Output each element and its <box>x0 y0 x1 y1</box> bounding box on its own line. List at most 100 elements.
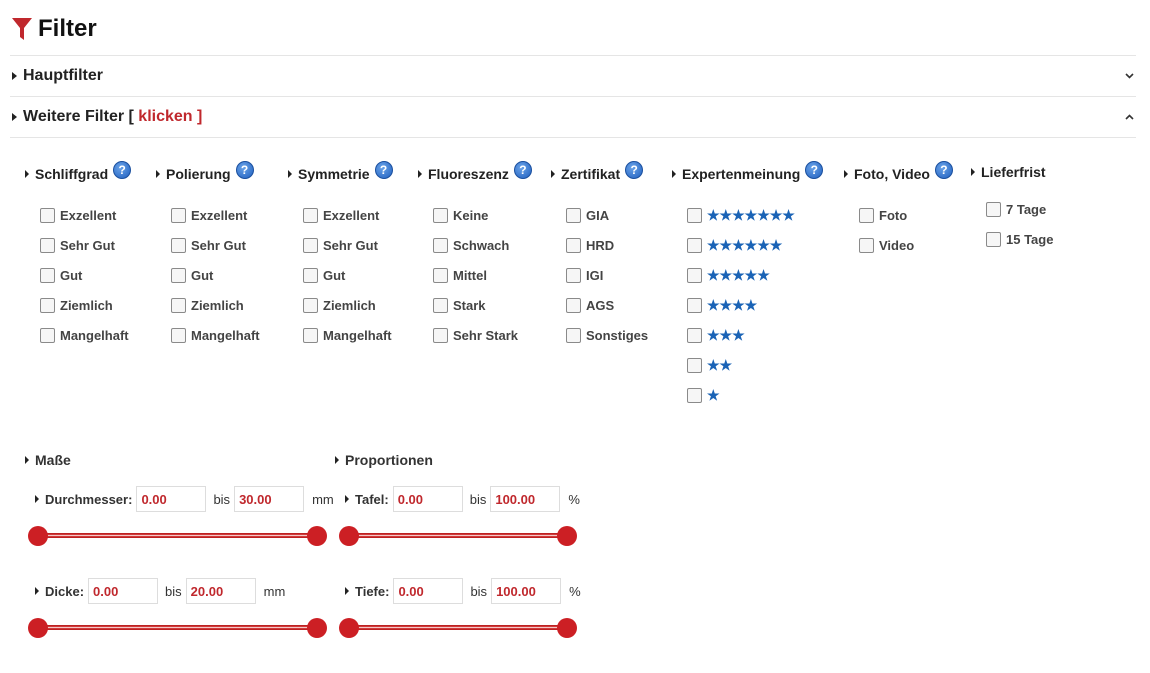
checkbox[interactable] <box>687 267 702 283</box>
chevron-down-icon[interactable] <box>1124 71 1134 81</box>
checkbox[interactable] <box>40 237 55 253</box>
dicke-slider[interactable] <box>28 618 327 638</box>
checkbox[interactable] <box>303 207 318 223</box>
filter-option[interactable]: ★★★★★ <box>687 260 823 290</box>
checkbox[interactable] <box>303 297 318 313</box>
checkbox[interactable] <box>171 267 186 283</box>
checkbox[interactable] <box>566 327 581 343</box>
checkbox[interactable] <box>40 207 55 223</box>
slider-min-handle[interactable] <box>28 618 48 638</box>
filter-option[interactable]: 7 Tage <box>986 194 1053 224</box>
tafel-from-input[interactable] <box>392 486 463 512</box>
checkbox[interactable] <box>40 267 55 283</box>
filter-option[interactable]: Schwach <box>433 230 532 260</box>
durchmesser-from-input[interactable] <box>136 486 207 512</box>
tafel-slider[interactable] <box>339 526 577 546</box>
slider-max-handle[interactable] <box>307 526 327 546</box>
filter-option[interactable]: Gut <box>171 260 260 290</box>
filter-option[interactable]: Exzellent <box>40 200 131 230</box>
filter-option[interactable]: HRD <box>566 230 648 260</box>
help-icon[interactable]: ? <box>113 161 132 179</box>
filter-option[interactable]: ★★★★★★ <box>687 230 823 260</box>
filter-option[interactable]: Foto <box>859 200 953 230</box>
tiefe-slider[interactable] <box>339 618 577 638</box>
filter-option[interactable]: GIA <box>566 200 648 230</box>
checkbox[interactable] <box>171 327 186 343</box>
filter-option[interactable]: Sonstiges <box>566 320 648 350</box>
checkbox[interactable] <box>433 267 448 283</box>
help-icon[interactable]: ? <box>513 161 532 179</box>
filter-option[interactable]: Sehr Gut <box>171 230 260 260</box>
filter-option[interactable]: Exzellent <box>303 200 393 230</box>
klicken-link[interactable]: klicken ] <box>138 108 202 126</box>
checkbox[interactable] <box>687 207 702 223</box>
checkbox[interactable] <box>171 297 186 313</box>
checkbox[interactable] <box>433 297 448 313</box>
filter-option[interactable]: Ziemlich <box>171 290 260 320</box>
checkbox[interactable] <box>687 297 702 313</box>
checkbox[interactable] <box>566 297 581 313</box>
checkbox[interactable] <box>687 237 702 253</box>
filter-option[interactable]: Mittel <box>433 260 532 290</box>
slider-max-handle[interactable] <box>557 618 577 638</box>
checkbox[interactable] <box>171 207 186 223</box>
slider-max-handle[interactable] <box>307 618 327 638</box>
filter-option[interactable]: ★ <box>687 380 823 410</box>
tiefe-to-input[interactable] <box>491 578 562 604</box>
filter-option[interactable]: Ziemlich <box>303 290 393 320</box>
checkbox[interactable] <box>303 327 318 343</box>
section-hauptfilter[interactable]: Hauptfilter <box>10 55 1136 96</box>
checkbox[interactable] <box>687 387 702 403</box>
checkbox[interactable] <box>986 231 1001 247</box>
durchmesser-slider[interactable] <box>28 526 327 546</box>
dicke-to-input[interactable] <box>185 578 256 604</box>
filter-option[interactable]: Stark <box>433 290 532 320</box>
filter-option[interactable]: 15 Tage <box>986 224 1053 254</box>
slider-min-handle[interactable] <box>339 526 359 546</box>
checkbox[interactable] <box>40 297 55 313</box>
filter-option[interactable]: Gut <box>303 260 393 290</box>
filter-option[interactable]: ★★★★★★★ <box>687 200 823 230</box>
filter-option[interactable]: Sehr Stark <box>433 320 532 350</box>
tiefe-from-input[interactable] <box>393 578 464 604</box>
help-icon[interactable]: ? <box>805 161 824 179</box>
checkbox[interactable] <box>859 207 874 223</box>
checkbox[interactable] <box>303 237 318 253</box>
checkbox[interactable] <box>433 207 448 223</box>
filter-option[interactable]: Mangelhaft <box>40 320 131 350</box>
filter-option[interactable]: ★★★ <box>687 320 823 350</box>
dicke-from-input[interactable] <box>88 578 159 604</box>
filter-option[interactable]: ★★★★ <box>687 290 823 320</box>
checkbox[interactable] <box>859 237 874 253</box>
checkbox[interactable] <box>687 327 702 343</box>
checkbox[interactable] <box>303 267 318 283</box>
filter-option[interactable]: IGI <box>566 260 648 290</box>
checkbox[interactable] <box>566 207 581 223</box>
filter-option[interactable]: Sehr Gut <box>303 230 393 260</box>
checkbox[interactable] <box>986 201 1001 217</box>
chevron-up-icon[interactable] <box>1124 112 1134 122</box>
slider-min-handle[interactable] <box>28 526 48 546</box>
filter-option[interactable]: AGS <box>566 290 648 320</box>
checkbox[interactable] <box>433 237 448 253</box>
tafel-to-input[interactable] <box>490 486 561 512</box>
section-weitere-filter[interactable]: Weitere Filter [ klicken ] <box>10 96 1136 137</box>
help-icon[interactable]: ? <box>374 161 393 179</box>
checkbox[interactable] <box>433 327 448 343</box>
filter-option[interactable]: Gut <box>40 260 131 290</box>
slider-min-handle[interactable] <box>339 618 359 638</box>
filter-option[interactable]: Exzellent <box>171 200 260 230</box>
filter-option[interactable]: Video <box>859 230 953 260</box>
filter-option[interactable]: Keine <box>433 200 532 230</box>
filter-option[interactable]: Mangelhaft <box>303 320 393 350</box>
help-icon[interactable]: ? <box>235 161 254 179</box>
filter-option[interactable]: Ziemlich <box>40 290 131 320</box>
filter-option[interactable]: Sehr Gut <box>40 230 131 260</box>
checkbox[interactable] <box>566 237 581 253</box>
checkbox[interactable] <box>171 237 186 253</box>
slider-max-handle[interactable] <box>557 526 577 546</box>
help-icon[interactable]: ? <box>625 161 644 179</box>
filter-option[interactable]: Mangelhaft <box>171 320 260 350</box>
checkbox[interactable] <box>687 357 702 373</box>
filter-option[interactable]: ★★ <box>687 350 823 380</box>
